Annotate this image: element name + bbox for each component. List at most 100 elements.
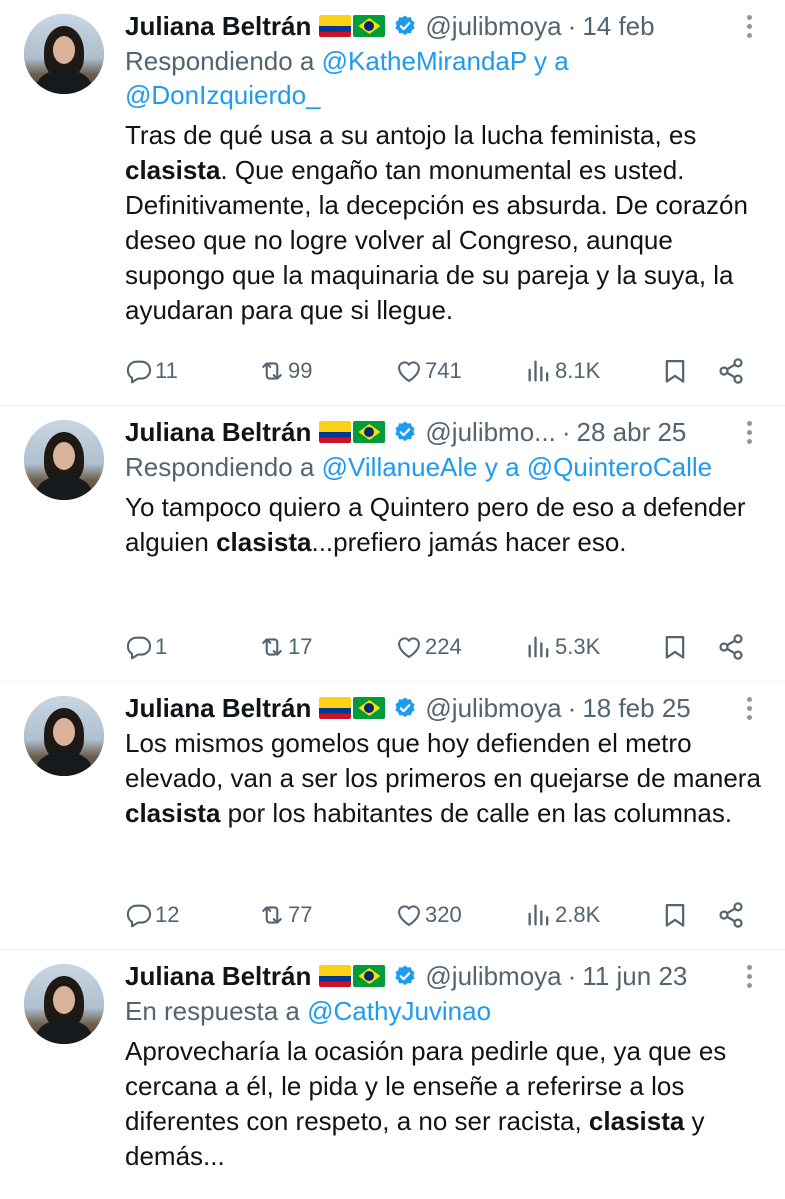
reply-mention[interactable]: @KatheMirandaP [322,46,527,76]
brazil-flag-icon [353,15,386,37]
bookmark-button[interactable] [661,357,689,385]
author-handle[interactable]: @julibmo... [425,417,555,448]
bookmark-icon [661,357,689,385]
reply-icon [125,901,153,929]
author-name[interactable]: Juliana Beltrán [125,961,311,992]
reply-mention[interactable]: @VillanueAle [322,452,478,482]
tweet[interactable]: Juliana Beltrán @julibmo... · 28 abr 25 … [0,406,785,682]
avatar[interactable] [24,420,104,500]
views-button[interactable]: 5.3K [525,633,600,661]
repost-count: 17 [288,634,313,659]
tweet-date[interactable]: 11 jun 23 [582,961,687,992]
repost-button[interactable]: 17 [258,633,312,661]
avatar[interactable] [24,696,104,776]
heart-icon [395,901,423,929]
colombia-flag-icon [319,421,352,443]
repost-count: 99 [288,358,313,383]
tweet-date[interactable]: 28 abr 25 [577,417,687,448]
views-button[interactable]: 8.1K [525,357,600,385]
verified-badge-icon[interactable] [393,696,417,720]
reply-icon [125,357,153,385]
share-button[interactable] [717,357,745,385]
verified-badge-icon[interactable] [393,964,417,988]
colombia-flag-icon [319,15,352,37]
bookmark-button[interactable] [661,901,689,929]
repost-count: 77 [288,902,313,927]
reply-mention[interactable]: @CathyJuvinao [307,996,491,1026]
views-count: 8.1K [555,358,601,383]
views-button[interactable]: 2.8K [525,901,600,929]
tweet[interactable]: Juliana Beltrán @julibmoya · 11 jun 23 E… [0,950,785,1199]
share-icon [717,633,745,661]
author-name[interactable]: Juliana Beltrán [125,417,311,448]
tweet-text-part: Los mismos gomelos que hoy defienden el … [125,728,761,793]
reply-icon [125,633,153,661]
tweet-text-bold: clasista [125,155,221,185]
reply-button[interactable]: 1 [125,633,167,661]
bookmark-button[interactable] [661,633,689,661]
action-bar: 11 99 741 8.1K [125,351,747,391]
tweet-text-part: por los habitantes de calle en las colum… [220,798,733,828]
views-icon [525,901,553,929]
like-button[interactable]: 741 [395,357,462,385]
brazil-flag-icon [353,965,386,987]
reply-button[interactable]: 11 [125,357,178,385]
tweet-text: Los mismos gomelos que hoy defienden el … [125,726,761,831]
reply-count: 1 [155,634,168,659]
tweet-header: Juliana Beltrán @julibmo... · 28 abr 25 [125,414,761,450]
views-icon [525,357,553,385]
tweet-feed: Juliana Beltrán @julibmoya · 14 feb Resp… [0,0,785,1199]
repost-button[interactable]: 77 [258,901,312,929]
tweet[interactable]: Juliana Beltrán @julibmoya · 18 feb 25 L… [0,682,785,950]
bookmark-icon [661,633,689,661]
author-handle[interactable]: @julibmoya [425,961,561,992]
reply-mention[interactable]: @DonIzquierdo_ [125,80,321,110]
verified-badge-icon[interactable] [393,420,417,444]
tweet-date[interactable]: 14 feb [582,11,654,42]
like-button[interactable]: 224 [395,633,462,661]
more-options-icon[interactable] [737,690,761,726]
views-count: 5.3K [555,634,601,659]
separator-dot: · [561,416,571,447]
reply-mention[interactable]: @QuinteroCalle [527,452,712,482]
reply-button[interactable]: 12 [125,901,179,929]
heart-icon [395,633,423,661]
more-options-icon[interactable] [737,8,761,44]
author-handle[interactable]: @julibmoya [425,11,561,42]
repost-icon [258,357,286,385]
tweet-date[interactable]: 18 feb 25 [582,693,690,724]
tweet[interactable]: Juliana Beltrán @julibmoya · 14 feb Resp… [0,0,785,406]
verified-badge-icon[interactable] [393,14,417,38]
colombia-flag-icon [319,697,352,719]
more-options-icon[interactable] [737,958,761,994]
avatar[interactable] [24,964,104,1044]
author-name[interactable]: Juliana Beltrán [125,11,311,42]
tweet-text-part: Tras de qué usa a su antojo la lucha fem… [125,120,697,150]
like-count: 224 [425,634,462,659]
author-name[interactable]: Juliana Beltrán [125,693,311,724]
reply-prefix: En respuesta a [125,996,300,1026]
like-button[interactable]: 320 [395,901,462,929]
separator-dot: · [567,692,577,723]
like-count: 320 [425,902,462,927]
views-count: 2.8K [555,902,601,927]
reply-context: En respuesta a @CathyJuvinao [125,994,761,1028]
action-bar: 1 17 224 5.3K [125,627,747,667]
tweet-text-bold: clasista [125,798,221,828]
reply-joiner: y a [477,452,527,482]
separator-dot: · [567,960,577,991]
repost-icon [258,901,286,929]
more-options-icon[interactable] [737,414,761,450]
avatar[interactable] [24,14,104,94]
share-button[interactable] [717,633,745,661]
tweet-text: Tras de qué usa a su antojo la lucha fem… [125,118,761,328]
repost-button[interactable]: 99 [258,357,312,385]
author-handle[interactable]: @julibmoya [425,693,561,724]
brazil-flag-icon [353,421,386,443]
share-button[interactable] [717,901,745,929]
like-count: 741 [425,358,462,383]
reply-joiner: y a [526,46,569,76]
tweet-text: Yo tampoco quiero a Quintero pero de eso… [125,490,761,560]
bookmark-icon [661,901,689,929]
tweet-text-bold: clasista [588,1106,685,1136]
